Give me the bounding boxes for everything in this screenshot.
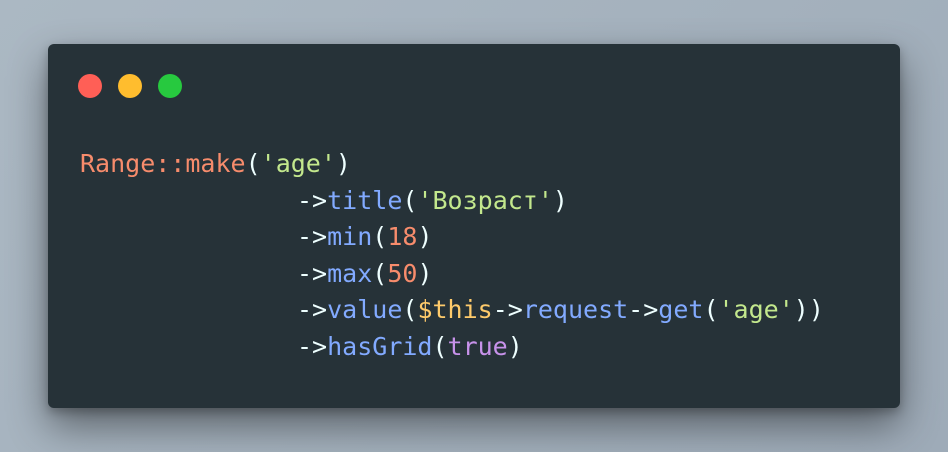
code-token: (: [372, 222, 388, 251]
code-token: (: [402, 185, 418, 215]
code-line: ->max(50): [80, 256, 824, 293]
code-token: (: [372, 258, 388, 288]
code-token: ): [417, 258, 433, 288]
code-token: request: [522, 295, 629, 324]
code-token: ): [552, 185, 568, 215]
close-button[interactable]: [78, 74, 102, 98]
code-token: ): [417, 222, 433, 251]
code-token: (: [432, 331, 448, 361]
code-token: ): [335, 149, 351, 178]
code-token: ->: [297, 185, 328, 215]
code-token: ->: [628, 295, 659, 324]
code-token: ->: [297, 258, 328, 288]
code-token: 'age': [260, 149, 336, 178]
code-block: Range::make('age') ->title('Возраст') ->mi…: [80, 146, 824, 365]
code-line: ->min(18): [80, 219, 824, 256]
code-token: 'Возраст': [417, 185, 553, 215]
code-token: value: [327, 295, 403, 324]
code-token: Range::make: [80, 149, 246, 178]
code-token: 50: [387, 258, 418, 288]
code-token: ->: [297, 295, 328, 324]
code-token: ): [507, 331, 523, 361]
code-token: (: [703, 295, 719, 324]
code-line: Range::make('age'): [80, 146, 824, 183]
code-token: ->: [297, 331, 328, 361]
code-token: true: [447, 331, 508, 361]
code-line: ->value($this->request->get('age')): [80, 292, 824, 329]
code-token: (: [402, 295, 418, 324]
code-token: (: [245, 149, 261, 178]
code-token: min: [327, 222, 373, 251]
code-line: ->title('Возраст'): [80, 183, 824, 220]
code-token: 'age': [718, 295, 794, 324]
code-token: hasGrid: [327, 331, 433, 361]
code-token: ->: [492, 295, 523, 324]
maximize-button[interactable]: [158, 74, 182, 98]
code-token: max: [327, 258, 373, 288]
code-window: Range::make('age') ->title('Возраст') ->mi…: [48, 44, 900, 408]
code-token: ->: [297, 222, 328, 251]
code-token: title: [327, 185, 403, 215]
code-token: 18: [387, 222, 418, 251]
code-token: )): [793, 295, 824, 324]
code-line: ->hasGrid(true): [80, 329, 824, 366]
code-token: get: [658, 295, 704, 324]
window-controls: [78, 74, 182, 98]
minimize-button[interactable]: [118, 74, 142, 98]
code-token: $this: [417, 295, 493, 324]
